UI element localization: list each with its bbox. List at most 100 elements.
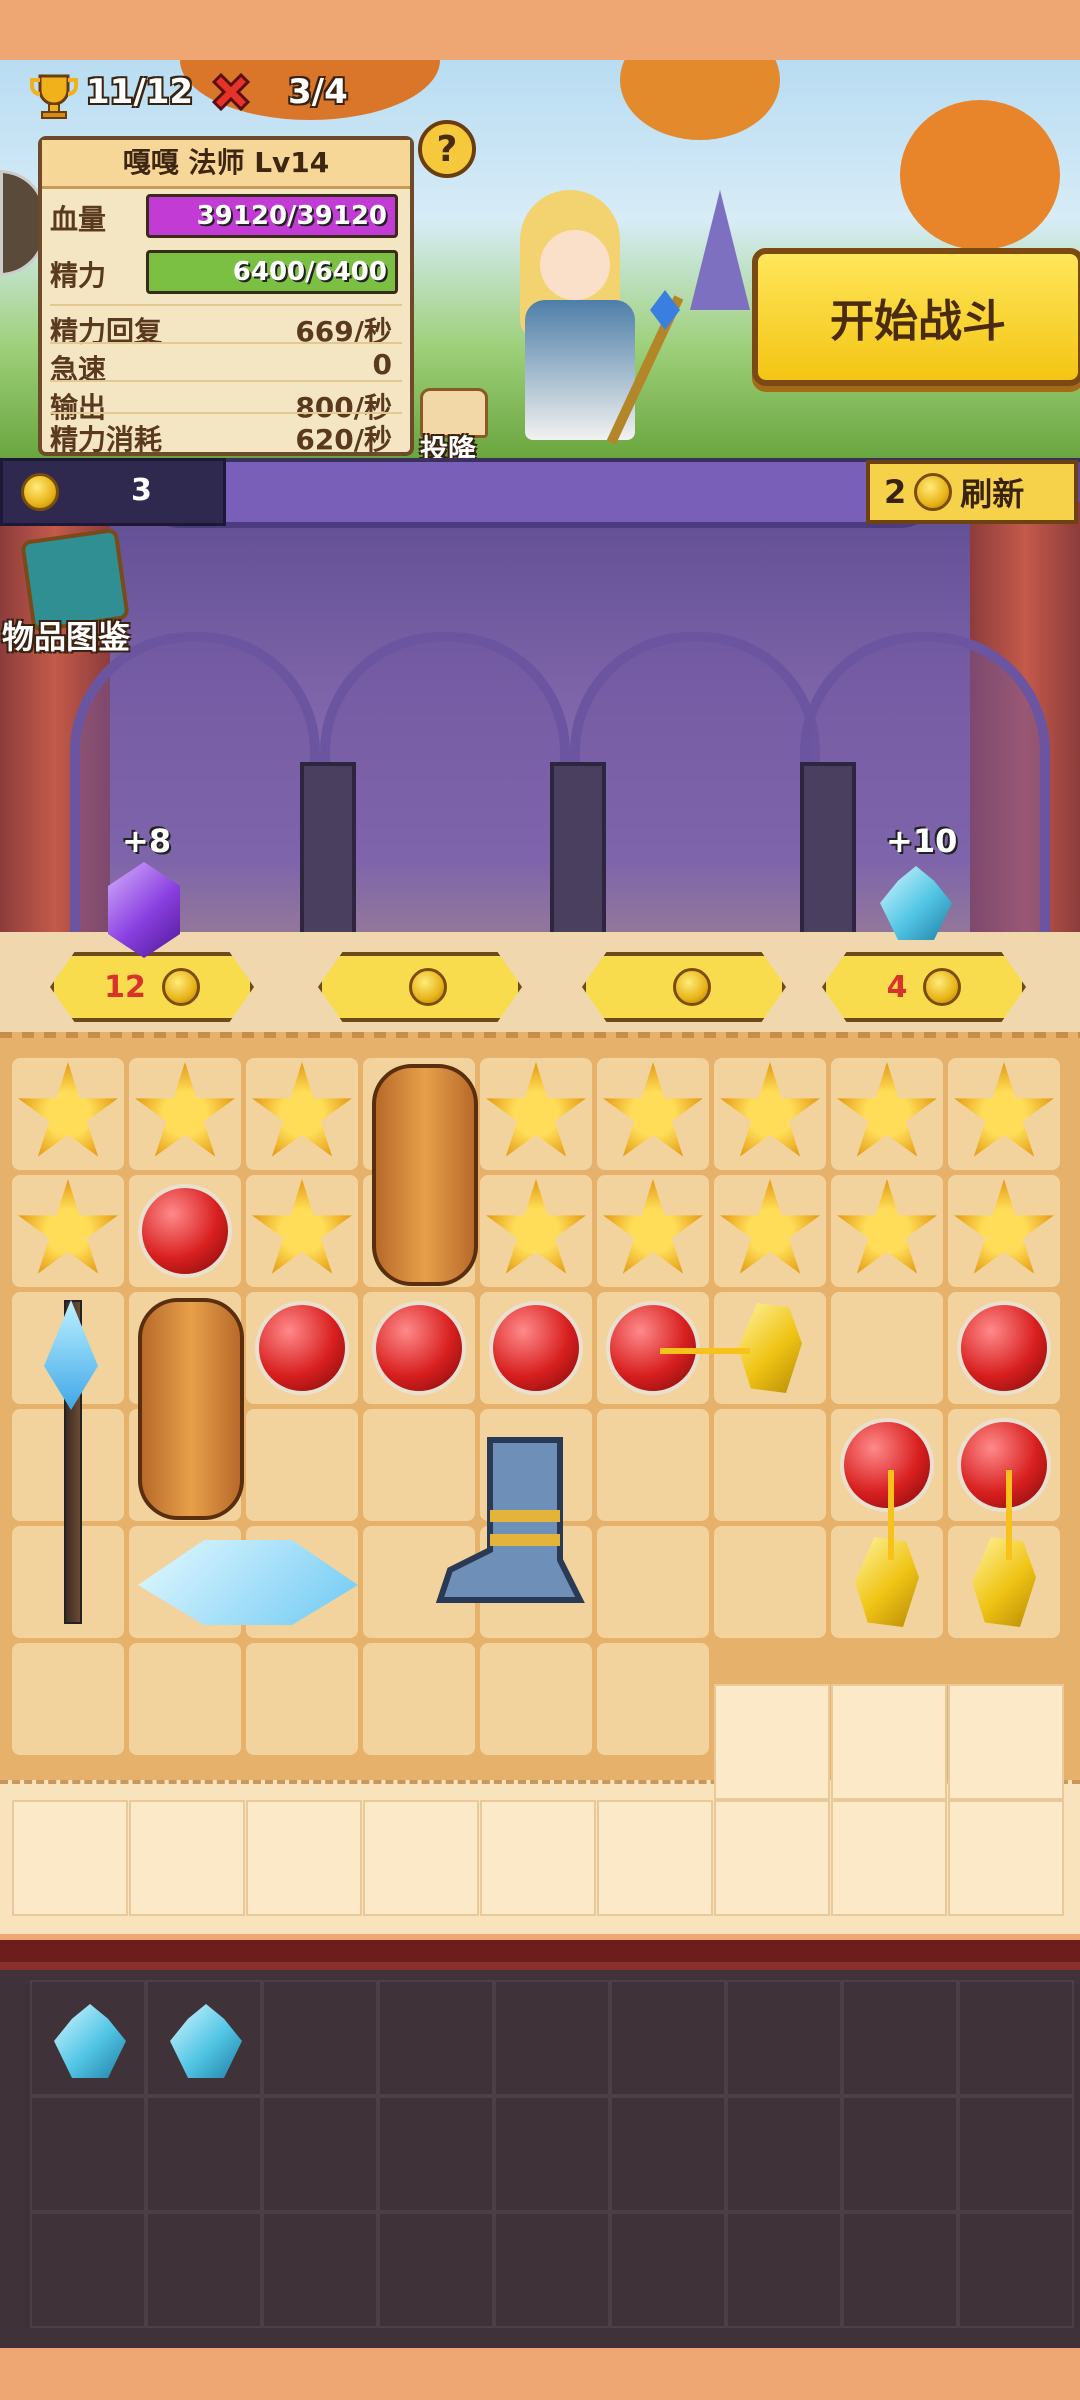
stat-row-energy: 精力 6400/6400 bbox=[50, 250, 402, 294]
energy-value: 6400/6400 bbox=[232, 257, 387, 287]
storage-cell[interactable] bbox=[842, 1980, 958, 2096]
grid-cell[interactable] bbox=[714, 1526, 826, 1638]
grid-cell[interactable] bbox=[246, 1643, 358, 1755]
storage-cell[interactable] bbox=[378, 2212, 494, 2328]
help-icon[interactable]: ? bbox=[418, 120, 476, 178]
valance bbox=[140, 462, 940, 528]
arch bbox=[70, 632, 320, 972]
refresh-cost: 2 bbox=[884, 473, 907, 511]
coin-counter: 3 bbox=[0, 458, 226, 526]
refresh-label: 刷新 bbox=[960, 475, 1025, 513]
bread-icon[interactable] bbox=[138, 1298, 244, 1520]
locked-cell bbox=[12, 1800, 128, 1916]
lives-count: 3/4 bbox=[288, 72, 348, 112]
refresh-button[interactable]: 2 刷新 bbox=[866, 460, 1078, 524]
synergy-link bbox=[660, 1348, 750, 1354]
tree-decoration bbox=[900, 100, 1060, 250]
storage-cell[interactable] bbox=[262, 2096, 378, 2212]
red-orb-icon[interactable] bbox=[840, 1418, 934, 1512]
coin-icon bbox=[409, 968, 447, 1006]
grid-cell[interactable] bbox=[480, 1643, 592, 1755]
locked-cell bbox=[246, 1800, 362, 1916]
stat-label: 精力消耗 bbox=[50, 423, 163, 456]
boot-icon[interactable] bbox=[420, 1430, 590, 1630]
storage-cell[interactable] bbox=[726, 2212, 842, 2328]
stat-row-hp: 血量 39120/39120 bbox=[50, 194, 402, 238]
castle-spire bbox=[690, 190, 750, 310]
hp-bar: 39120/39120 bbox=[146, 194, 398, 238]
storage-cell[interactable] bbox=[610, 2096, 726, 2212]
locked-cell bbox=[597, 1800, 713, 1916]
storage-cell[interactable] bbox=[610, 2212, 726, 2328]
stat-row-haste: 急速 0 bbox=[50, 342, 402, 386]
red-orb-icon[interactable] bbox=[138, 1184, 232, 1278]
storage-cell[interactable] bbox=[958, 2096, 1074, 2212]
price-text: 12 bbox=[104, 969, 146, 1005]
storage-cell[interactable] bbox=[262, 1980, 378, 2096]
storage-cell[interactable] bbox=[30, 2212, 146, 2328]
grid-cell[interactable] bbox=[129, 1643, 241, 1755]
grid-cell[interactable] bbox=[597, 1409, 709, 1521]
grid-cell[interactable] bbox=[597, 1526, 709, 1638]
hero-title: 嘎嘎 法师 Lv14 bbox=[42, 140, 410, 189]
stat-value: 620/秒 bbox=[295, 423, 392, 456]
cross-icon bbox=[208, 72, 254, 118]
locked-cell bbox=[948, 1684, 1064, 1800]
shop-slot-1-price[interactable]: 12 bbox=[50, 952, 254, 1022]
storage-cell[interactable] bbox=[378, 2096, 494, 2212]
red-orb-icon[interactable] bbox=[372, 1301, 466, 1395]
trophy-count: 11/12 bbox=[86, 72, 194, 112]
grid-cell[interactable] bbox=[831, 1292, 943, 1404]
storage-cell[interactable] bbox=[30, 2096, 146, 2212]
stat-label: 血量 bbox=[50, 203, 107, 236]
storage-cell[interactable] bbox=[494, 2212, 610, 2328]
storage-cell[interactable] bbox=[726, 1980, 842, 2096]
red-orb-icon[interactable] bbox=[957, 1301, 1051, 1395]
trophy-icon bbox=[28, 70, 80, 122]
shop-slot-3-price[interactable] bbox=[582, 952, 786, 1022]
storage-cell[interactable] bbox=[378, 1980, 494, 2096]
locked-cell bbox=[714, 1800, 830, 1916]
storage-divider bbox=[0, 1940, 1080, 1962]
hero-stat-panel: 嘎嘎 法师 Lv14 血量 39120/39120 精力 6400/6400 精… bbox=[38, 136, 414, 456]
locked-cell bbox=[129, 1800, 245, 1916]
storage-cell[interactable] bbox=[958, 2212, 1074, 2328]
shop-slot-2-price[interactable] bbox=[318, 952, 522, 1022]
storage-cell[interactable] bbox=[262, 2212, 378, 2328]
coin-icon bbox=[161, 968, 200, 1006]
locked-cell bbox=[948, 1800, 1064, 1916]
red-orb-icon[interactable] bbox=[489, 1301, 583, 1395]
grid-cell[interactable] bbox=[714, 1409, 826, 1521]
coin-icon bbox=[914, 473, 953, 511]
grid-cell[interactable] bbox=[246, 1409, 358, 1521]
storage-cell[interactable] bbox=[494, 2096, 610, 2212]
storage-cell[interactable] bbox=[494, 1980, 610, 2096]
grid-cell[interactable] bbox=[12, 1643, 124, 1755]
storage-cell[interactable] bbox=[610, 1980, 726, 2096]
bonus-label-left: +8 bbox=[122, 822, 172, 860]
coin-amount: 3 bbox=[131, 473, 152, 508]
red-orb-icon[interactable] bbox=[957, 1418, 1051, 1512]
grid-cell[interactable] bbox=[597, 1643, 709, 1755]
arch bbox=[570, 632, 820, 972]
shop-slot-4-price[interactable]: 4 bbox=[822, 952, 1026, 1022]
shop-stage: 12 4 +8 +10 bbox=[0, 458, 1080, 1032]
bread-icon[interactable] bbox=[372, 1064, 478, 1286]
hero-face bbox=[540, 230, 610, 300]
tree-decoration bbox=[620, 60, 780, 140]
grid-cell[interactable] bbox=[363, 1643, 475, 1755]
locked-cell bbox=[831, 1684, 947, 1800]
hp-value: 39120/39120 bbox=[196, 201, 387, 231]
red-orb-icon[interactable] bbox=[255, 1301, 349, 1395]
storage-cell[interactable] bbox=[842, 2096, 958, 2212]
storage-cell[interactable] bbox=[842, 2212, 958, 2328]
storage-cell[interactable] bbox=[726, 2096, 842, 2212]
locked-cell bbox=[714, 1684, 830, 1800]
catalog-label[interactable]: 物品图鉴 bbox=[2, 612, 130, 658]
storage-cell[interactable] bbox=[146, 2212, 262, 2328]
synergy-link bbox=[1006, 1470, 1012, 1560]
locked-cell bbox=[363, 1800, 479, 1916]
storage-cell[interactable] bbox=[958, 1980, 1074, 2096]
start-battle-button[interactable]: 开始战斗 bbox=[752, 248, 1080, 386]
storage-cell[interactable] bbox=[146, 2096, 262, 2212]
